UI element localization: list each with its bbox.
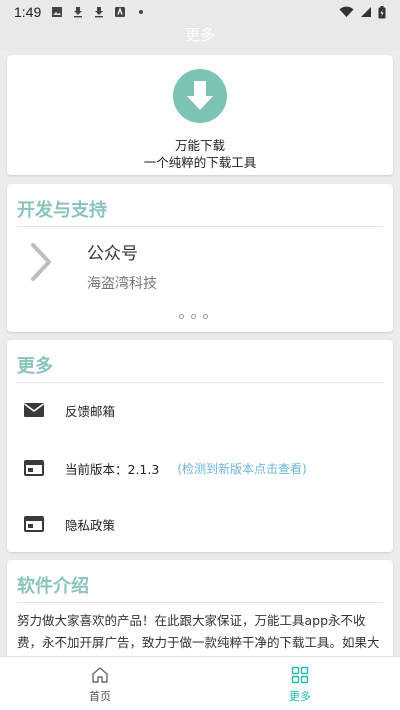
- top-bar: 1:49 更多: [0, 0, 400, 50]
- app-notification-icon: [115, 7, 126, 17]
- dev-support-card: 开发与支持 公众号 海盗湾科技: [7, 184, 393, 332]
- privacy-policy-row[interactable]: 隐私政策: [23, 510, 115, 538]
- arrow-down-icon: [187, 81, 213, 110]
- divider: [17, 226, 383, 227]
- grid-icon: [291, 666, 309, 684]
- battery-icon: [378, 5, 386, 18]
- official-account-name: 海盗湾科技: [87, 276, 157, 292]
- dev-support-heading: 开发与支持: [17, 200, 107, 221]
- more-heading: 更多: [17, 356, 53, 377]
- tab-home-label: 首页: [89, 690, 111, 703]
- chevron-right-icon[interactable]: [29, 242, 55, 282]
- feedback-email-row[interactable]: 反馈邮箱: [23, 396, 115, 424]
- check-update-link[interactable]: (检测到新版本点击查看): [177, 460, 306, 477]
- more-card: 更多 反馈邮箱 当前版本：2.1.3 (检测到新版本点击查看) 隐私政策: [7, 340, 393, 552]
- home-icon: [92, 667, 108, 683]
- download-icon: [95, 7, 104, 18]
- download-icon: [74, 7, 83, 18]
- window-icon: [24, 516, 44, 532]
- app-tagline: 一个纯粹的下载工具: [143, 155, 257, 170]
- current-version-row[interactable]: 当前版本：2.1.3 (检测到新版本点击查看): [23, 454, 307, 482]
- carousel-indicator: [179, 314, 208, 319]
- carousel-dot[interactable]: [191, 314, 196, 319]
- current-version-label: 当前版本：2.1.3: [65, 461, 160, 477]
- image-icon: [52, 7, 63, 17]
- divider: [17, 382, 383, 383]
- divider: [17, 602, 383, 603]
- page-title: 更多: [184, 26, 215, 44]
- privacy-policy-label: 隐私政策: [65, 517, 116, 533]
- app-info-card: 万能下载 一个纯粹的下载工具: [7, 55, 393, 175]
- tab-home[interactable]: 首页: [55, 657, 145, 710]
- software-intro-heading: 软件介绍: [17, 576, 89, 597]
- bottom-navigation: 首页 更多: [0, 656, 400, 710]
- carousel-dot[interactable]: [179, 314, 184, 319]
- official-account-title[interactable]: 公众号: [87, 239, 138, 264]
- status-bar: 1:49: [0, 0, 400, 24]
- carousel-dot[interactable]: [203, 314, 208, 319]
- software-intro-card: 软件介绍 努力做大家喜欢的产品！在此跟大家保证，万能工具app永不收费，永不加开…: [7, 560, 393, 660]
- window-icon: [24, 460, 44, 476]
- status-time: 1:49: [14, 4, 42, 20]
- software-intro-text: 努力做大家喜欢的产品！在此跟大家保证，万能工具app永不收费，永不加开屏广告，致…: [17, 613, 380, 660]
- mail-icon: [24, 403, 44, 417]
- download-logo: [173, 69, 227, 123]
- tab-more-label: 更多: [289, 690, 311, 703]
- wifi-icon: [339, 6, 354, 18]
- feedback-email-label: 反馈邮箱: [65, 403, 116, 419]
- tab-more[interactable]: 更多: [255, 657, 345, 710]
- more-notifications-icon: [139, 10, 144, 14]
- signal-icon: [361, 7, 371, 17]
